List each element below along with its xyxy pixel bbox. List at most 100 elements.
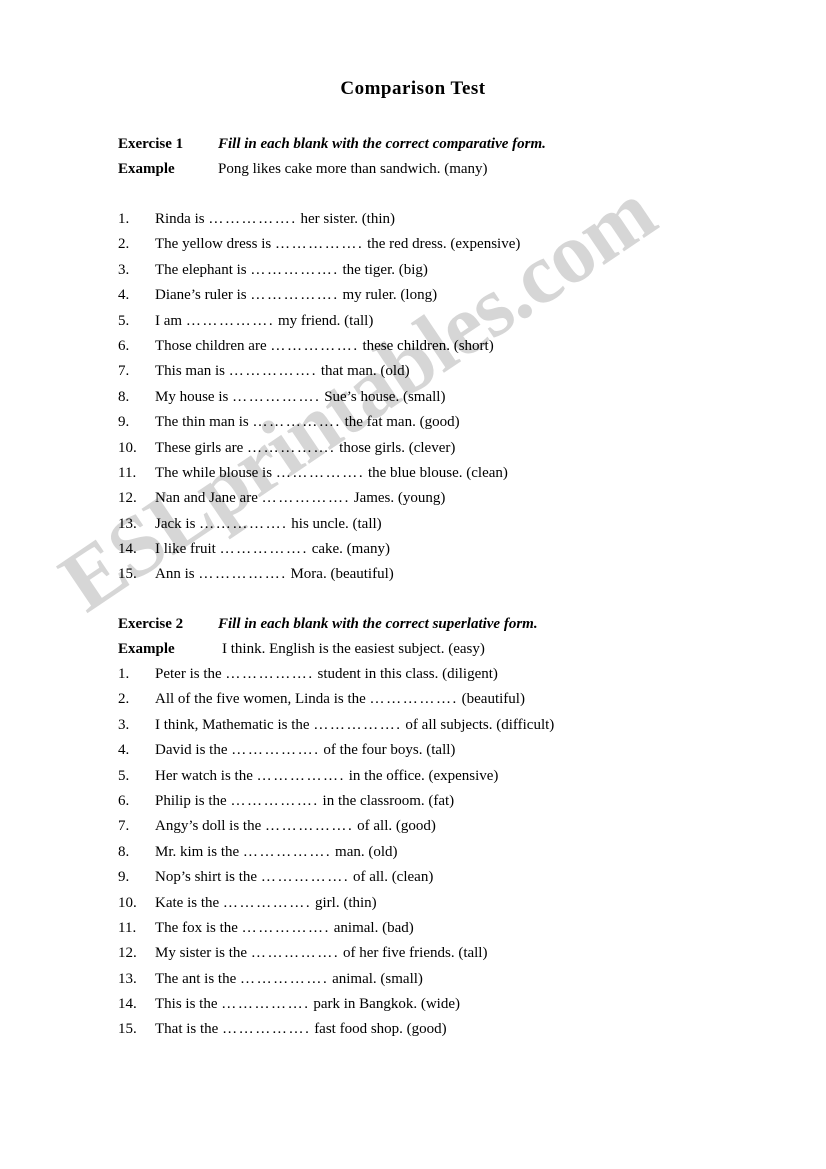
answer-blank[interactable]: ……………. (240, 971, 328, 987)
question-prefix: Mr. kim is the (155, 843, 243, 860)
exercise-1-example-label: Example (118, 161, 175, 177)
question-suffix: his uncle. (tall) (287, 515, 382, 532)
answer-blank[interactable]: ……………. (270, 338, 358, 354)
answer-blank[interactable]: ……………. (229, 363, 317, 379)
question-row: 3. The elephant is ……………. the tiger. (big… (118, 262, 818, 287)
question-row: 6. Philip is the ……………. in the classroom.… (118, 793, 818, 818)
answer-blank[interactable]: ……………. (261, 869, 349, 885)
question-text: The yellow dress is ……………. the red dress… (155, 236, 520, 253)
question-row: 7. This man is ……………. that man. (old) (118, 363, 818, 388)
question-row: 14. I like fruit ……………. cake. (many) (118, 541, 818, 566)
question-prefix: Rinda is (155, 211, 209, 227)
question-row: 9. The thin man is ……………. the fat man. (g… (118, 414, 818, 439)
question-text: Ann is ……………. Mora. (beautiful) (155, 566, 394, 583)
question-suffix: those girls. (clever) (335, 439, 456, 456)
question-suffix: animal. (bad) (330, 919, 414, 936)
question-number: 14. (118, 996, 137, 1013)
question-number: 3. (118, 716, 130, 733)
answer-blank[interactable]: ……………. (370, 691, 458, 707)
answer-blank[interactable]: ……………. (221, 996, 309, 1012)
question-row: 7. Angy’s doll is the ……………. of all. (goo… (118, 818, 818, 843)
question-suffix: fast food shop. (good) (310, 1021, 447, 1038)
answer-blank[interactable]: ……………. (186, 313, 274, 329)
answer-blank[interactable]: ……………. (225, 666, 313, 682)
question-text: These girls are ……………. those girls. (cle… (155, 440, 455, 457)
question-number: 9. (118, 869, 130, 886)
question-suffix: the red dress. (expensive) (363, 236, 521, 253)
exercise-1-label: Exercise 1 (118, 136, 184, 152)
question-text: Those children are ……………. these children… (155, 338, 494, 355)
question-row: 1. Rinda is ……………. her sister. (thin) (118, 211, 818, 236)
answer-blank[interactable]: ……………. (265, 818, 353, 834)
answer-blank[interactable]: ……………. (223, 895, 311, 911)
question-number: 10. (118, 439, 137, 456)
question-text: Kate is the ……………. girl. (thin) (155, 895, 377, 912)
answer-blank[interactable]: ……………. (276, 465, 364, 481)
answer-blank[interactable]: ……………. (257, 768, 345, 784)
exercise-1-example: Example Pong likes cake more than sandwic… (118, 161, 488, 178)
question-prefix: The ant is the (155, 970, 240, 987)
question-prefix: Nop’s shirt is the (155, 869, 261, 886)
question-row: 8. My house is ……………. Sue’s house. (small… (118, 389, 818, 414)
question-number: 6. (118, 337, 130, 354)
answer-blank[interactable]: ……………. (262, 490, 350, 506)
question-text: My sister is the ……………. of her five frie… (155, 945, 487, 962)
answer-blank[interactable]: ……………. (220, 541, 308, 557)
answer-blank[interactable]: ……………. (242, 920, 330, 936)
question-number: 9. (118, 414, 130, 431)
question-prefix: That is the (155, 1021, 223, 1038)
question-text: I think, Mathematic is the ……………. of all… (155, 717, 554, 734)
answer-blank[interactable]: ……………. (313, 717, 401, 733)
exercise-2-question-list: 1. Peter is the ……………. student in this cl… (118, 666, 818, 1047)
question-row: 9. Nop’s shirt is the ……………. of all. (cle… (118, 869, 818, 894)
answer-blank[interactable]: ……………. (232, 389, 320, 405)
question-number: 2. (118, 691, 130, 708)
page-title-text: Comparison Test (340, 78, 486, 99)
question-prefix: I think, Mathematic is the (155, 716, 314, 733)
question-suffix: student in this class. (diligent) (313, 666, 498, 682)
question-number: 11. (118, 464, 137, 481)
question-number: 11. (118, 919, 137, 936)
question-suffix: in the office. (expensive) (345, 767, 499, 784)
question-suffix: my friend. (tall) (274, 312, 374, 329)
question-number: 13. (118, 515, 137, 532)
answer-blank[interactable]: ……………. (253, 414, 341, 430)
answer-blank[interactable]: ……………. (231, 742, 319, 758)
question-text: Jack is ……………. his uncle. (tall) (155, 516, 382, 533)
worksheet-content: Comparison Test Exercise 1 Fill in each b… (0, 0, 826, 1169)
answer-blank[interactable]: ……………. (198, 566, 286, 582)
question-prefix: Her watch is the (155, 767, 257, 784)
answer-blank[interactable]: ……………. (222, 1021, 310, 1037)
question-suffix: Sue’s house. (small) (320, 388, 446, 405)
question-text: Philip is the ……………. in the classroom. (… (155, 793, 454, 810)
question-suffix: of all subjects. (difficult) (401, 716, 555, 733)
answer-blank[interactable]: ……………. (250, 287, 338, 303)
question-number: 5. (118, 767, 130, 784)
question-number: 5. (118, 312, 130, 329)
question-suffix: of all. (good) (353, 818, 436, 835)
question-row: 15. That is the ……………. fast food shop. (g… (118, 1021, 818, 1046)
question-number: 13. (118, 970, 137, 987)
question-text: I am ……………. my friend. (tall) (155, 313, 373, 330)
answer-blank[interactable]: ……………. (247, 440, 335, 456)
question-prefix: Jack is (155, 515, 200, 532)
question-row: 10. These girls are ……………. those girls. (… (118, 440, 818, 465)
answer-blank[interactable]: ……………. (250, 262, 338, 278)
answer-blank[interactable]: ……………. (208, 211, 296, 227)
answer-blank[interactable]: ……………. (275, 236, 363, 252)
question-number: 8. (118, 388, 130, 405)
question-suffix: of her five friends. (tall) (339, 945, 488, 962)
question-row: 4. Diane’s ruler is ……………. my ruler. (lon… (118, 287, 818, 312)
question-row: 14. This is the ……………. park in Bangkok. (… (118, 996, 818, 1021)
question-number: 7. (118, 363, 130, 380)
answer-blank[interactable]: ……………. (243, 844, 331, 860)
answer-blank[interactable]: ……………. (230, 793, 318, 809)
question-row: 11. The while blouse is ……………. the blue b… (118, 465, 818, 490)
question-suffix: park in Bangkok. (wide) (309, 996, 460, 1013)
question-prefix: Diane’s ruler is (155, 287, 251, 304)
question-text: Peter is the ……………. student in this clas… (155, 666, 498, 683)
question-text: I like fruit ……………. cake. (many) (155, 541, 390, 558)
answer-blank[interactable]: ……………. (199, 516, 287, 532)
answer-blank[interactable]: ……………. (251, 945, 339, 961)
question-row: 2. All of the five women, Linda is the ……… (118, 691, 818, 716)
